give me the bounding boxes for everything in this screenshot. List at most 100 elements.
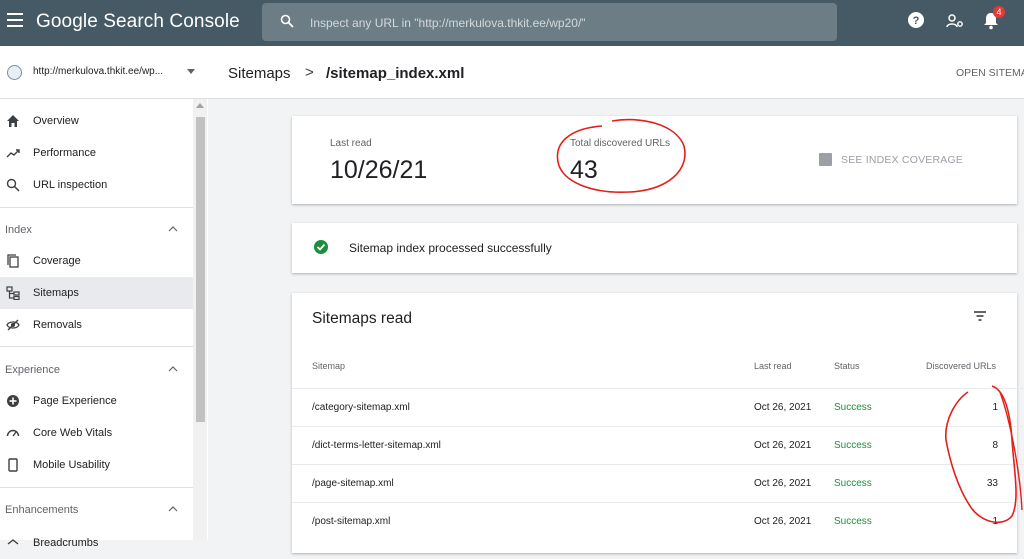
search-icon xyxy=(6,178,20,192)
sitemaps-read-card: Sitemaps read Sitemap Last read Status D… xyxy=(292,293,1024,553)
discovered-urls-value: 43 xyxy=(570,156,598,184)
table-row[interactable]: /dict-terms-letter-sitemap.xml Oct 26, 2… xyxy=(292,426,1024,465)
last-read-date: Oct 26, 2021 xyxy=(754,440,812,451)
search-icon xyxy=(280,14,294,28)
column-header-discovered-urls[interactable]: Discovered URLs xyxy=(926,361,996,371)
sidebar: Overview Performance URL inspection Inde… xyxy=(0,99,208,549)
sidebar-item-page-experience[interactable]: Page Experience xyxy=(0,385,193,417)
app-title[interactable]: Google Search Console xyxy=(36,11,240,33)
sitemap-icon xyxy=(6,286,20,300)
help-icon[interactable]: ? xyxy=(907,11,925,29)
last-read-label: Last read xyxy=(330,138,372,149)
notification-count-badge: 4 xyxy=(993,6,1005,18)
table-title: Sitemaps read xyxy=(312,310,412,327)
sidebar-item-label: Page Experience xyxy=(33,395,117,407)
bar-chart-icon xyxy=(819,153,832,166)
status-text: Success xyxy=(834,516,872,527)
last-read-value: 10/26/21 xyxy=(330,156,428,184)
filter-icon[interactable] xyxy=(973,310,987,322)
manage-users-icon[interactable] xyxy=(946,13,964,29)
sidebar-section-experience[interactable]: Experience xyxy=(0,355,193,383)
sidebar-divider xyxy=(0,346,193,347)
property-selector[interactable]: http://merkulova.thkit.ee/wp... xyxy=(0,46,208,99)
column-header-status[interactable]: Status xyxy=(834,361,860,371)
url-inspection-search[interactable] xyxy=(262,3,837,41)
sitemap-path: /category-sitemap.xml xyxy=(312,402,410,413)
sidebar-item-label: Breadcrumbs xyxy=(33,537,99,549)
table-row[interactable]: /post-sitemap.xml Oct 26, 2021 Success 1 xyxy=(292,502,1024,541)
sidebar-item-mobile-usability[interactable]: Mobile Usability xyxy=(0,449,193,481)
plus-circle-icon xyxy=(7,395,19,407)
sitemap-path: /page-sitemap.xml xyxy=(312,478,394,489)
scrollbar-thumb[interactable] xyxy=(196,117,205,422)
trending-up-icon xyxy=(6,149,20,158)
page-header: Sitemaps > /sitemap_index.xml OPEN SITEM… xyxy=(208,46,1024,99)
last-read-date: Oct 26, 2021 xyxy=(754,516,812,527)
sidebar-item-label: Sitemaps xyxy=(33,287,79,299)
sidebar-section-enhancements[interactable]: Enhancements xyxy=(0,495,193,523)
breadcrumb-separator: > xyxy=(305,64,314,81)
discovered-url-count: 1 xyxy=(992,402,998,413)
sidebar-item-coverage[interactable]: Coverage xyxy=(0,245,193,277)
table-row[interactable]: /category-sitemap.xml Oct 26, 2021 Succe… xyxy=(292,388,1024,427)
sidebar-item-overview[interactable]: Overview xyxy=(0,105,193,137)
table-row[interactable]: /page-sitemap.xml Oct 26, 2021 Success 3… xyxy=(292,464,1024,503)
column-header-sitemap[interactable]: Sitemap xyxy=(312,361,345,371)
sidebar-item-label: Mobile Usability xyxy=(33,459,111,471)
property-url: http://merkulova.thkit.ee/wp... xyxy=(33,66,164,77)
sidebar-item-removals[interactable]: Removals xyxy=(0,309,193,341)
sitemap-path: /dict-terms-letter-sitemap.xml xyxy=(312,440,441,451)
open-sitemap-button[interactable]: OPEN SITEMAP xyxy=(956,67,1024,79)
sidebar-scrollbar[interactable] xyxy=(193,99,207,540)
chevron-up-icon xyxy=(168,506,178,512)
eye-off-icon xyxy=(6,319,20,331)
globe-icon xyxy=(7,65,22,80)
chevron-up-icon xyxy=(168,226,178,232)
sidebar-item-label: URL inspection xyxy=(33,179,108,191)
page-title: /sitemap_index.xml xyxy=(326,65,465,82)
sitemap-stats-card: Last read 10/26/21 Total discovered URLs… xyxy=(292,116,1017,204)
dropdown-caret-icon xyxy=(187,69,195,74)
sidebar-item-label: Coverage xyxy=(33,255,81,267)
sidebar-item-label: Removals xyxy=(33,319,82,331)
section-header: Enhancements xyxy=(5,504,79,516)
column-header-last-read[interactable]: Last read xyxy=(754,361,792,371)
discovered-url-count: 1 xyxy=(992,516,998,527)
section-header: Index xyxy=(5,224,32,236)
discovered-url-count: 33 xyxy=(986,478,998,489)
copy-icon xyxy=(7,254,19,268)
sidebar-item-performance[interactable]: Performance xyxy=(0,137,193,169)
sitemap-path: /post-sitemap.xml xyxy=(312,516,391,527)
gauge-icon xyxy=(6,429,20,437)
top-app-bar: Google Search Console ? 4 xyxy=(0,0,1024,46)
status-text: Success xyxy=(834,440,872,451)
phone-icon xyxy=(8,458,18,472)
status-text: Success xyxy=(834,478,872,489)
see-index-coverage-button[interactable]: SEE INDEX COVERAGE xyxy=(841,154,963,166)
sidebar-item-url-inspection[interactable]: URL inspection xyxy=(0,169,193,201)
menu-icon[interactable] xyxy=(7,13,23,33)
breadcrumb-parent[interactable]: Sitemaps xyxy=(228,65,291,82)
sidebar-divider xyxy=(0,487,193,488)
status-card: Sitemap index processed successfully xyxy=(292,223,1017,273)
status-text: Success xyxy=(834,402,872,413)
sidebar-item-label: Performance xyxy=(33,147,96,159)
sidebar-divider xyxy=(0,207,193,208)
home-icon xyxy=(7,115,19,127)
sidebar-item-label: Core Web Vitals xyxy=(33,427,113,439)
sidebar-section-index[interactable]: Index xyxy=(0,215,193,243)
section-header: Experience xyxy=(5,364,61,376)
discovered-urls-label: Total discovered URLs xyxy=(570,138,671,149)
sidebar-item-core-web-vitals[interactable]: Core Web Vitals xyxy=(0,417,193,449)
search-input[interactable] xyxy=(308,12,812,34)
scroll-up-arrow-icon[interactable] xyxy=(196,103,204,108)
svg-text:?: ? xyxy=(913,15,920,27)
sidebar-item-label: Overview xyxy=(33,115,79,127)
sidebar-item-sitemaps[interactable]: Sitemaps xyxy=(0,277,193,309)
sidebar-item-breadcrumbs[interactable]: Breadcrumbs xyxy=(0,527,193,559)
status-message: Sitemap index processed successfully xyxy=(349,241,552,255)
last-read-date: Oct 26, 2021 xyxy=(754,478,812,489)
discovered-url-count: 8 xyxy=(992,440,998,451)
last-read-date: Oct 26, 2021 xyxy=(754,402,812,413)
chevron-up-icon xyxy=(168,366,178,372)
